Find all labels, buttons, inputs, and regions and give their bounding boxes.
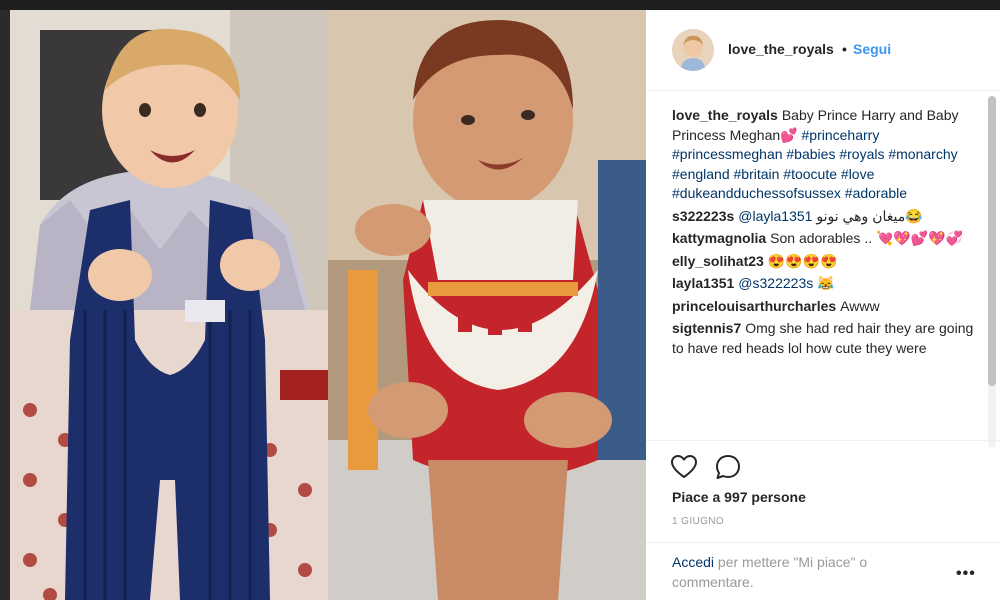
login-link[interactable]: Accedi	[672, 554, 714, 570]
login-prompt: Accedi per mettere "Mi piace" o commenta…	[646, 542, 1000, 600]
login-prompt-text: Accedi per mettere "Mi piace" o commenta…	[672, 553, 932, 592]
comment-item: s322223s @layla1351 ميغان وهي نونو😂	[672, 207, 982, 227]
heart-icon[interactable]	[670, 453, 698, 481]
comment-icon[interactable]	[714, 453, 742, 481]
comment-mention[interactable]: @layla1351	[738, 208, 812, 224]
post-date: 1 GIUGNO	[672, 516, 725, 527]
comment-item: kattymagnolia Son adorables .. 💘💖💕💖💞	[672, 229, 982, 249]
comment-text: Awww	[840, 297, 880, 314]
comment-text: Son adorables .. 💘💖💕💖💞	[770, 230, 964, 246]
likes-count[interactable]: Piace a 997 persone	[672, 489, 806, 505]
baby-harry-illustration	[10, 10, 328, 600]
comment-username[interactable]: princelouisarthurcharles	[672, 298, 836, 314]
post-header: love_the_royals • Segui	[646, 10, 1000, 91]
comment-text: ميغان وهي نونو😂	[812, 207, 923, 224]
caption: love_the_royals Baby Prince Harry and Bab…	[672, 106, 982, 204]
comments-list[interactable]: love_the_royals Baby Prince Harry and Bab…	[672, 106, 982, 436]
follow-button[interactable]: Segui	[853, 41, 891, 57]
instagram-post-viewer: love_the_royals • Segui love_the_royals B…	[0, 0, 1000, 600]
caption-username[interactable]: love_the_royals	[672, 107, 778, 123]
more-options-icon[interactable]: •••	[956, 565, 976, 583]
post-sidebar: love_the_royals • Segui love_the_royals B…	[646, 10, 1000, 600]
comment-item: princelouisarthurcharles Awww	[672, 297, 982, 317]
comment-username[interactable]: sigtennis7	[672, 320, 741, 336]
avatar-image	[672, 29, 714, 71]
comment-username[interactable]: elly_solihat23	[672, 253, 764, 269]
top-strip	[0, 0, 1000, 10]
avatar[interactable]	[672, 29, 714, 71]
comment-mention[interactable]: @s322223s	[738, 275, 813, 291]
comment-item: sigtennis7 Omg she had red hair they are …	[672, 319, 982, 358]
comment-text: 😍😍😍😍	[767, 252, 838, 269]
comment-item: layla1351 @s322223s 😹	[672, 274, 982, 294]
comment-username[interactable]: s322223s	[672, 208, 734, 224]
comment-username[interactable]: layla1351	[672, 275, 734, 291]
post-photo[interactable]	[10, 10, 646, 600]
header-separator: •	[842, 41, 847, 57]
comment-text: 😹	[813, 275, 835, 291]
comments-scrollbar-thumb[interactable]	[988, 96, 996, 386]
photo-right-panel	[328, 10, 646, 600]
comment-item: elly_solihat23 😍😍😍😍	[672, 252, 982, 272]
photo-left-panel	[10, 10, 328, 600]
post-actions: Piace a 997 persone 1 GIUGNO Accedi per …	[646, 440, 1000, 600]
comment-username[interactable]: kattymagnolia	[672, 230, 766, 246]
post-username[interactable]: love_the_royals	[728, 41, 834, 57]
baby-meghan-illustration	[328, 10, 646, 600]
